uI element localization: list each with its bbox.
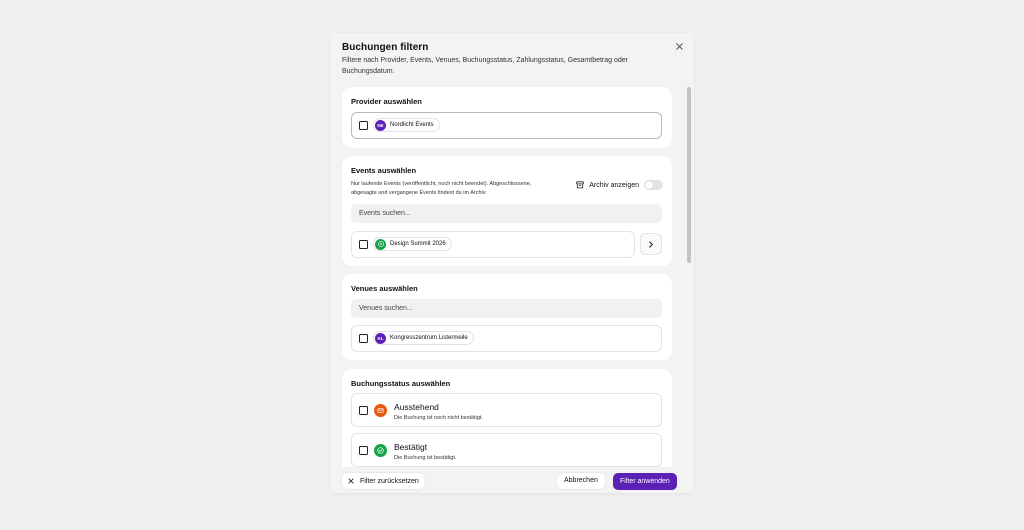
close-button[interactable]: [673, 42, 685, 54]
archive-toggle-group: Archiv anzeigen: [576, 180, 663, 190]
archive-toggle[interactable]: [644, 180, 663, 190]
status-confirmed-description: Die Buchung ist bestätigt.: [394, 455, 457, 461]
venues-search-input[interactable]: Venues suchen...: [351, 299, 662, 318]
provider-card-title: Provider auswählen: [351, 97, 422, 106]
booking-status-card: Buchungsstatus auswählen Ausstehend Die …: [342, 369, 672, 467]
dialog-description: Filtere nach Provider, Events, Venues, B…: [342, 57, 628, 75]
status-pending-description: Die Buchung ist noch nicht bestätigt.: [394, 415, 483, 421]
event-status-badge: [375, 238, 386, 250]
status-confirmed-checkbox[interactable]: [359, 446, 368, 455]
events-card-title: Events auswählen: [351, 166, 417, 175]
status-option-pending[interactable]: Ausstehend Die Buchung ist noch nicht be…: [351, 393, 662, 427]
dialog-title: Buchungen filtern: [342, 42, 429, 53]
scrollbar-thumb[interactable]: [687, 87, 691, 263]
apply-filters-button[interactable]: Filter anwenden: [613, 473, 677, 490]
status-option-confirmed[interactable]: Bestätigt Die Buchung ist bestätigt.: [351, 433, 662, 467]
event-checkbox[interactable]: [359, 240, 368, 249]
venue-name: Kongresszentrum Listermeile: [390, 335, 468, 341]
chevron-right-icon: [649, 240, 653, 248]
filter-scroll-area[interactable]: Provider auswählen NE Nordlicht Events E…: [342, 87, 672, 467]
venue-option-row[interactable]: KL Kongresszentrum Listermeile: [351, 325, 662, 352]
filter-dialog: Buchungen filtern Filtere nach Provider,…: [330, 33, 694, 493]
venues-card: Venues auswählen Venues suchen... KL Kon…: [342, 274, 672, 360]
close-icon: [348, 478, 354, 484]
venue-avatar: KL: [375, 332, 386, 344]
status-pending-title: Ausstehend: [394, 402, 439, 412]
provider-checkbox[interactable]: [359, 121, 368, 130]
provider-avatar: NE: [375, 119, 386, 131]
close-icon: [675, 43, 683, 50]
archive-icon: [576, 181, 584, 189]
dialog-footer: Filter zurücksetzen Abbrechen Filter anw…: [330, 467, 694, 493]
provider-chip: NE Nordlicht Events: [373, 118, 440, 132]
event-option-row[interactable]: Design Summit 2026: [351, 231, 635, 258]
venue-checkbox[interactable]: [359, 334, 368, 343]
check-circle-icon: [377, 447, 384, 454]
archive-toggle-knob: [645, 181, 653, 189]
status-confirmed-badge: [374, 444, 387, 457]
venues-card-title: Venues auswählen: [351, 284, 418, 293]
events-card: Events auswählen Nur laufende Events (ve…: [342, 156, 672, 266]
event-details-button[interactable]: [640, 233, 662, 255]
cancel-button[interactable]: Abbrechen: [557, 473, 605, 489]
booking-status-card-title: Buchungsstatus auswählen: [351, 379, 451, 388]
play-icon: [377, 241, 384, 247]
status-confirmed-title: Bestätigt: [394, 442, 428, 452]
provider-name: Nordlicht Events: [390, 122, 434, 128]
events-note: Nur laufende Events (veröffentlicht, noc…: [351, 181, 532, 196]
scrollbar[interactable]: [687, 87, 691, 467]
reset-filters-button[interactable]: Filter zurücksetzen: [342, 473, 425, 489]
events-search-input[interactable]: Events suchen...: [351, 204, 662, 223]
venue-chip: KL Kongresszentrum Listermeile: [373, 331, 474, 345]
reset-filters-label: Filter zurücksetzen: [360, 477, 419, 485]
event-name: Design Summit 2026: [390, 241, 446, 247]
event-chip: Design Summit 2026: [373, 237, 452, 251]
mail-icon: [377, 408, 384, 413]
status-pending-badge: [374, 404, 387, 417]
status-pending-checkbox[interactable]: [359, 406, 368, 415]
provider-card: Provider auswählen NE Nordlicht Events: [342, 87, 672, 148]
archive-label: Archiv anzeigen: [589, 181, 639, 189]
provider-option-row[interactable]: NE Nordlicht Events: [351, 112, 662, 139]
